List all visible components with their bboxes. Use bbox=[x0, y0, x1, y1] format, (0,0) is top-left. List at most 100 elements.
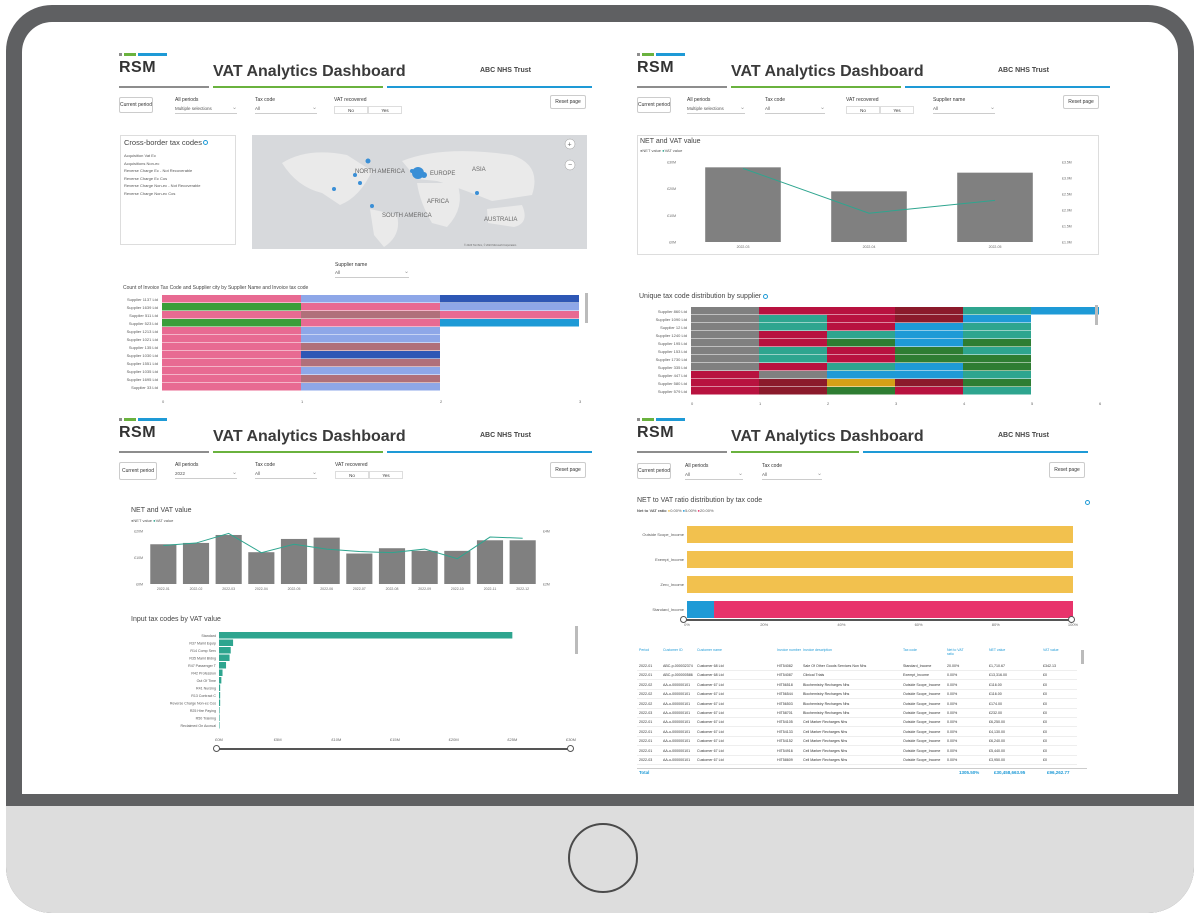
hbar[interactable] bbox=[219, 692, 221, 699]
scrollbar[interactable] bbox=[1095, 305, 1098, 325]
range-slider-handle-right[interactable] bbox=[1068, 616, 1075, 623]
stack-segment[interactable] bbox=[162, 383, 301, 391]
current-period-button[interactable]: Current period bbox=[637, 97, 671, 113]
table-row[interactable]: 2022-03 AA-o-000000101 Customer 67 Ltd HIT5… bbox=[637, 709, 1077, 718]
stack-segment[interactable] bbox=[691, 363, 759, 371]
bar-net[interactable] bbox=[313, 537, 340, 584]
table-row[interactable]: 2022-03 AA-o-000000101 Customer 67 Ltd HIT5… bbox=[637, 756, 1077, 765]
stack-segment[interactable] bbox=[301, 359, 440, 367]
stack-segment[interactable] bbox=[963, 323, 1031, 331]
scrollbar[interactable] bbox=[585, 293, 588, 323]
stack-segment[interactable] bbox=[827, 379, 895, 387]
stack-segment[interactable] bbox=[162, 343, 301, 351]
stack-segment[interactable] bbox=[895, 371, 963, 379]
stack-segment[interactable] bbox=[759, 355, 827, 363]
stack-segment[interactable] bbox=[301, 319, 440, 327]
stack-segment[interactable] bbox=[963, 307, 1031, 315]
info-icon[interactable] bbox=[1085, 500, 1090, 505]
scrollbar[interactable] bbox=[575, 626, 578, 654]
stack-segment[interactable] bbox=[162, 359, 301, 367]
period-select[interactable]: Multiple selections bbox=[175, 104, 237, 114]
stack-segment[interactable] bbox=[963, 331, 1031, 339]
stack-segment[interactable] bbox=[963, 387, 1031, 395]
cross-border-item[interactable]: Reverse Charge Non-ec Cos bbox=[124, 190, 200, 198]
bar-net[interactable] bbox=[215, 534, 242, 584]
stack-segment[interactable] bbox=[895, 355, 963, 363]
stack-segment[interactable] bbox=[301, 375, 440, 383]
stack-segment[interactable] bbox=[895, 339, 963, 347]
stack-segment[interactable] bbox=[691, 387, 759, 395]
table-row[interactable]: 2022-01 AA-o-000000101 Customer 67 Ltd HIT5… bbox=[637, 728, 1077, 737]
range-slider-track[interactable] bbox=[216, 748, 573, 750]
table-row[interactable]: 2022-01 ABC-p-000000586 Customer 68 Ltd HIT… bbox=[637, 671, 1077, 681]
stack-segment[interactable] bbox=[895, 347, 963, 355]
bar-net[interactable] bbox=[182, 542, 210, 584]
period-select[interactable]: Multiple selections bbox=[687, 104, 745, 114]
stack-segment[interactable] bbox=[895, 387, 963, 395]
stack-segment[interactable] bbox=[895, 363, 963, 371]
stack-segment[interactable] bbox=[963, 339, 1031, 347]
stack-segment[interactable] bbox=[963, 347, 1031, 355]
stack-segment[interactable] bbox=[759, 315, 827, 323]
stack-segment[interactable] bbox=[691, 331, 759, 339]
range-slider-track[interactable] bbox=[683, 619, 1073, 621]
cross-border-item[interactable]: Reverse Charge Ec - Not Recoverable bbox=[124, 167, 200, 175]
stack-segment[interactable] bbox=[827, 339, 895, 347]
stack-segment[interactable] bbox=[691, 315, 759, 323]
stack-segment[interactable] bbox=[827, 347, 895, 355]
stack-segment[interactable] bbox=[827, 387, 895, 395]
stack-segment[interactable] bbox=[162, 303, 301, 311]
reset-page-button[interactable]: Reset page bbox=[550, 95, 586, 109]
stack-segment[interactable] bbox=[162, 295, 301, 303]
stack-segment[interactable] bbox=[963, 363, 1031, 371]
reset-page-button[interactable]: Reset page bbox=[1049, 462, 1085, 478]
column-header[interactable]: VAT value bbox=[1043, 648, 1103, 652]
stack-segment[interactable] bbox=[301, 383, 440, 391]
stack-segment[interactable] bbox=[759, 347, 827, 355]
tax-code-select[interactable]: All bbox=[762, 470, 822, 480]
supplier-select[interactable]: All bbox=[335, 268, 409, 278]
stack-segment[interactable] bbox=[827, 331, 895, 339]
stack-segment[interactable] bbox=[895, 307, 963, 315]
stack-segment[interactable] bbox=[963, 379, 1031, 387]
stack-segment[interactable] bbox=[301, 311, 440, 319]
reset-page-button[interactable]: Reset page bbox=[1063, 95, 1099, 109]
hbar[interactable] bbox=[219, 714, 220, 722]
hbar[interactable] bbox=[219, 684, 221, 692]
bar-net[interactable] bbox=[509, 540, 536, 584]
stack-segment[interactable] bbox=[895, 331, 963, 339]
stack-segment[interactable] bbox=[162, 311, 301, 319]
stack-segment[interactable] bbox=[827, 371, 895, 379]
bar-net[interactable] bbox=[705, 167, 781, 242]
hbar[interactable] bbox=[219, 647, 231, 654]
stack-segment[interactable] bbox=[827, 363, 895, 371]
stack-segment[interactable] bbox=[691, 379, 759, 387]
ratio-segment[interactable] bbox=[714, 601, 1073, 618]
info-icon[interactable] bbox=[763, 294, 768, 299]
reset-page-button[interactable]: Reset page bbox=[550, 462, 586, 478]
stack-segment[interactable] bbox=[827, 307, 895, 315]
table-row[interactable]: 2022-01 AA-o-000000101 Customer 67 Ltd HIT5… bbox=[637, 718, 1077, 728]
hbar[interactable] bbox=[219, 699, 221, 707]
stack-segment[interactable] bbox=[691, 323, 759, 331]
home-button[interactable] bbox=[568, 823, 638, 893]
bar-net[interactable] bbox=[476, 540, 504, 584]
stack-segment[interactable] bbox=[301, 327, 440, 335]
stack-segment[interactable] bbox=[759, 339, 827, 347]
stack-segment[interactable] bbox=[691, 339, 759, 347]
tax-code-select[interactable]: All bbox=[255, 469, 317, 479]
current-period-button[interactable]: Current period bbox=[637, 463, 671, 479]
hbar[interactable] bbox=[219, 677, 222, 684]
stack-segment[interactable] bbox=[162, 319, 301, 327]
range-slider-handle-right[interactable] bbox=[567, 745, 574, 752]
current-period-button[interactable]: Current period bbox=[119, 97, 153, 113]
bar-net[interactable] bbox=[411, 550, 438, 584]
range-slider-handle-left[interactable] bbox=[680, 616, 687, 623]
stack-segment[interactable] bbox=[440, 311, 579, 319]
stack-segment[interactable] bbox=[827, 355, 895, 363]
table-scrollbar[interactable] bbox=[1081, 650, 1084, 664]
stack-segment[interactable] bbox=[759, 371, 827, 379]
vat-yes-toggle[interactable]: Yes bbox=[880, 106, 914, 114]
bar-net[interactable] bbox=[346, 553, 373, 584]
stack-segment[interactable] bbox=[162, 335, 301, 343]
